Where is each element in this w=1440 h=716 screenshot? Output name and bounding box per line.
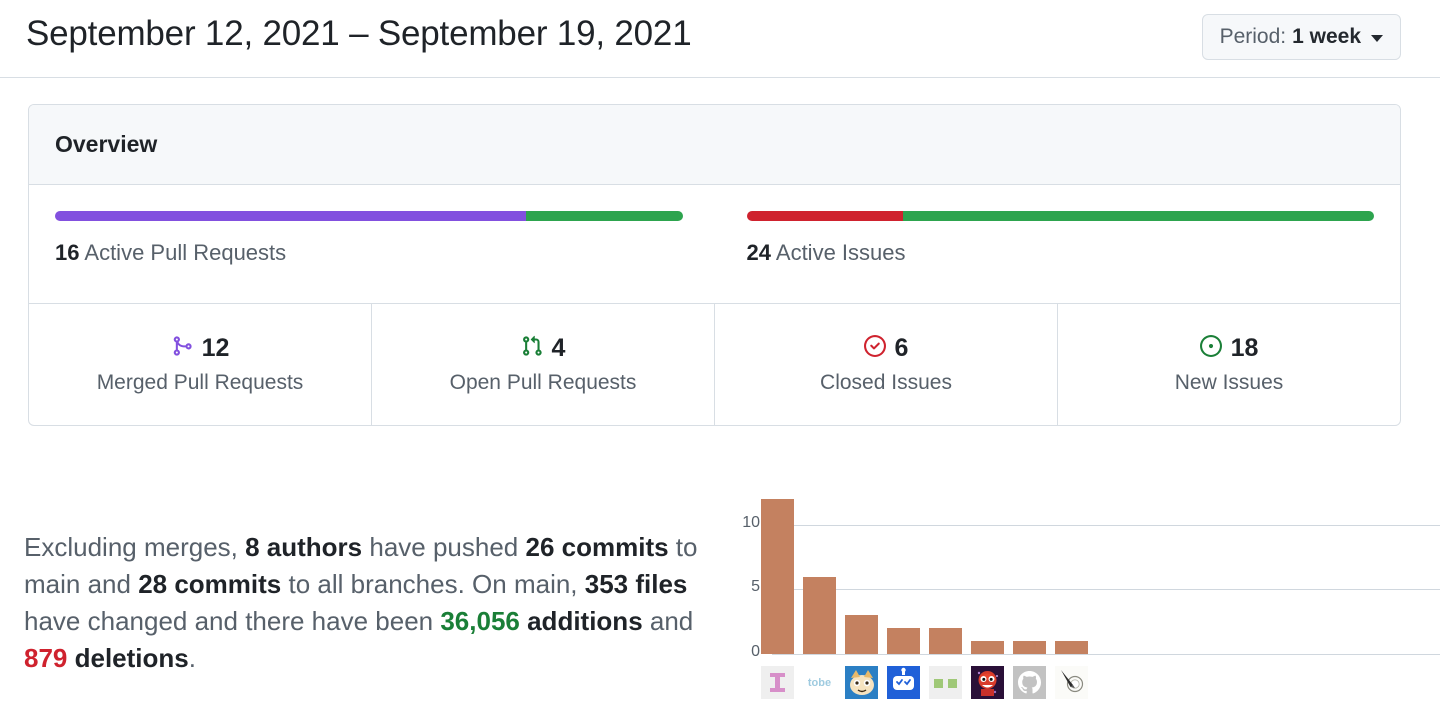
page-header: September 12, 2021 – September 19, 2021 … xyxy=(0,0,1440,78)
summary-deletions-count: 879 xyxy=(24,643,68,673)
chart-bar xyxy=(929,628,962,654)
summary-t5: have changed and there have been xyxy=(24,606,441,636)
active-issues-text: Active Issues xyxy=(775,240,906,265)
active-pull-requests-text: Active Pull Requests xyxy=(84,240,287,265)
summary-t6: and xyxy=(642,606,694,636)
period-selector-button[interactable]: Period: 1 week xyxy=(1201,14,1401,60)
summary-commits-main: 26 commits xyxy=(525,532,669,562)
avatar-ibeam[interactable] xyxy=(761,666,794,699)
stat-merged-top: 12 xyxy=(171,334,230,363)
summary-additions-word: additions xyxy=(519,606,643,636)
avatar-robot[interactable] xyxy=(887,666,920,699)
pr-open-segment xyxy=(525,211,683,221)
chart-bar xyxy=(845,615,878,654)
stat-closed-top: 6 xyxy=(863,334,909,363)
git-merge-icon xyxy=(171,335,193,362)
gridline xyxy=(772,524,1440,526)
stat-open-label: Open Pull Requests xyxy=(449,371,637,394)
stat-closed-label: Closed Issues xyxy=(820,371,952,394)
issues-progress-bar xyxy=(746,211,1374,221)
avatar-cat[interactable] xyxy=(845,666,878,699)
summary-t2: have pushed xyxy=(362,532,526,562)
issues-closed-segment xyxy=(746,211,904,221)
stat-open-value: 4 xyxy=(551,334,566,362)
active-pull-requests-label: 16 Active Pull Requests xyxy=(55,240,683,266)
commit-summary: Excluding merges, 8 authors have pushed … xyxy=(24,529,724,677)
chart-bar xyxy=(971,641,1004,654)
gridline xyxy=(772,654,1440,655)
insights-page: September 12, 2021 – September 19, 2021 … xyxy=(0,0,1440,716)
summary-t4: to all branches. On main, xyxy=(281,569,585,599)
overview-card-header: Overview xyxy=(29,105,1400,185)
stat-new-top: 18 xyxy=(1199,334,1259,363)
summary-deletions-word: deletions xyxy=(67,643,189,673)
period-label: Period: xyxy=(1219,25,1287,48)
active-issues-label: 24 Active Issues xyxy=(747,240,1375,266)
chart-bar xyxy=(1055,641,1088,654)
git-pull-request-icon xyxy=(521,335,543,362)
active-pull-requests-cell: 16 Active Pull Requests xyxy=(29,185,721,303)
page-title: September 12, 2021 – September 19, 2021 xyxy=(26,14,692,53)
y-axis-tick: 10 xyxy=(742,513,760,531)
avatar-octocat[interactable] xyxy=(1013,666,1046,699)
stat-open-pull-requests[interactable]: 4 Open Pull Requests xyxy=(371,304,714,425)
summary-files: 353 files xyxy=(584,569,688,599)
avatar-green-squares[interactable] xyxy=(929,666,962,699)
chart-bar xyxy=(761,499,794,654)
overview-title: Overview xyxy=(55,131,158,157)
stat-closed-issues[interactable]: 6 Closed Issues xyxy=(714,304,1057,425)
active-issues-count: 24 xyxy=(746,240,771,265)
chart-bar xyxy=(803,576,836,654)
y-axis-tick: 5 xyxy=(751,578,760,596)
summary-commits-all: 28 commits xyxy=(138,569,282,599)
stat-new-label: New Issues xyxy=(1174,371,1284,394)
stat-open-top: 4 xyxy=(521,334,566,363)
period-value: 1 week xyxy=(1292,25,1361,48)
avatar-sketch[interactable] xyxy=(1055,666,1088,699)
stat-merged-label: Merged Pull Requests xyxy=(96,371,304,394)
stat-merged-value: 12 xyxy=(201,334,230,362)
stat-merged-pull-requests[interactable]: 12 Merged Pull Requests xyxy=(29,304,371,425)
avatar-knuckles[interactable] xyxy=(971,666,1004,699)
summary-additions-count: 36,056 xyxy=(440,606,520,636)
pull-requests-progress-bar xyxy=(55,211,683,221)
overview-bars-row: 16 Active Pull Requests 24 Active Issues xyxy=(29,185,1400,303)
summary-t7: . xyxy=(188,643,196,673)
stat-new-issues[interactable]: 18 New Issues xyxy=(1057,304,1400,425)
chart-bar xyxy=(887,628,920,654)
pr-merged-segment xyxy=(55,211,526,221)
summary-authors: 8 authors xyxy=(245,532,363,562)
stat-closed-value: 6 xyxy=(894,334,909,362)
chart-bar xyxy=(1013,641,1046,654)
stat-new-value: 18 xyxy=(1230,334,1259,362)
chevron-down-icon xyxy=(1371,35,1383,42)
avatar-tobe[interactable]: tobe xyxy=(803,666,836,699)
summary-t1: Excluding merges, xyxy=(24,532,246,562)
contributors-bar-chart: 0 5 10 tobe xyxy=(718,495,1440,705)
active-issues-cell: 24 Active Issues xyxy=(721,185,1401,303)
y-axis-tick: 0 xyxy=(751,643,760,660)
active-pull-requests-count: 16 xyxy=(55,240,80,265)
issue-closed-icon xyxy=(863,335,886,362)
issues-new-segment xyxy=(903,211,1374,221)
gridline xyxy=(772,589,1440,591)
overview-card: Overview 16 Active Pull Requests 24 Acti… xyxy=(28,104,1401,426)
overview-stats-row: 12 Merged Pull Requests 4 Open Pull Requ… xyxy=(29,303,1400,425)
issue-opened-icon xyxy=(1199,335,1222,362)
